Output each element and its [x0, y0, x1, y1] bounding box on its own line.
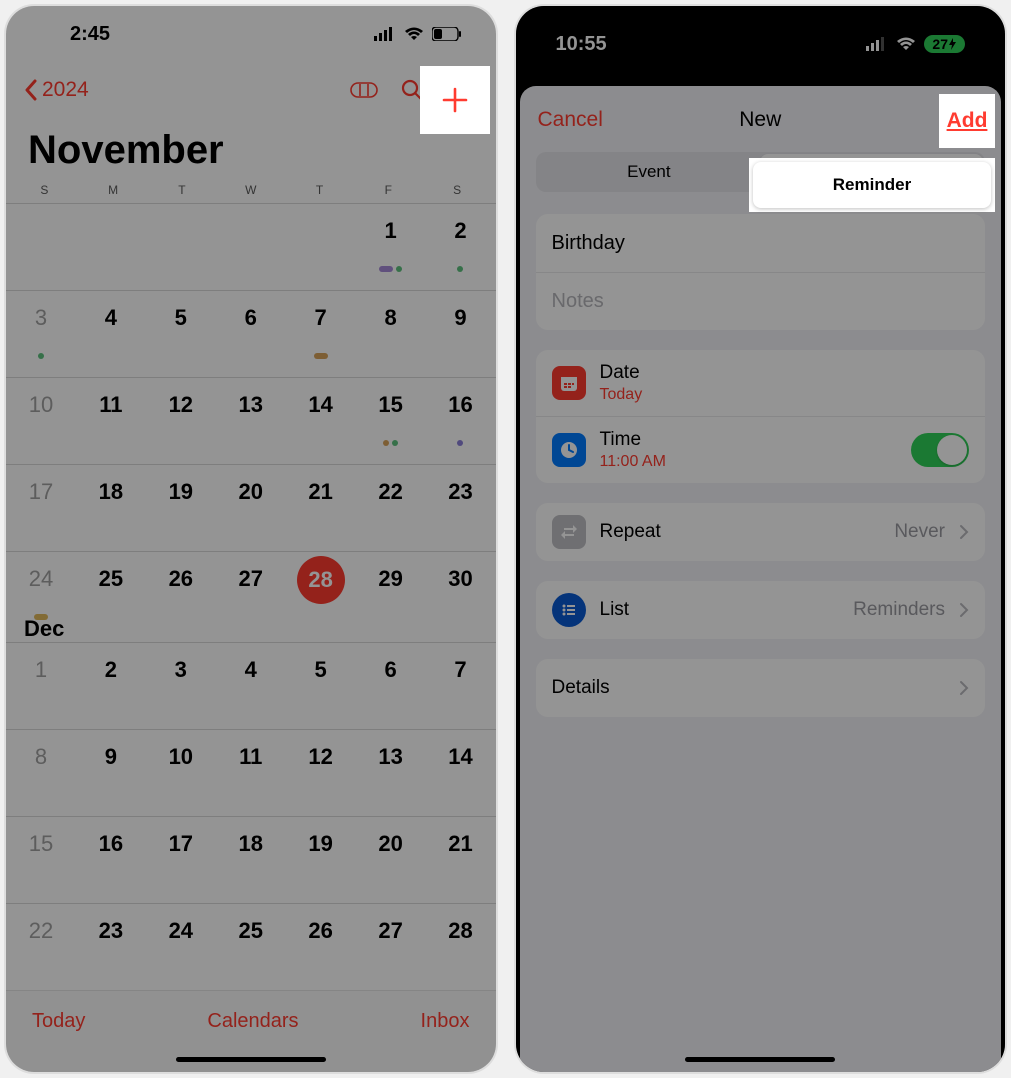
reminder-segment-highlight[interactable]: Reminder	[749, 158, 995, 212]
add-event-button-highlight[interactable]	[420, 66, 490, 134]
plus-icon	[441, 86, 469, 114]
home-indicator[interactable]	[685, 1057, 835, 1062]
add-button-label: Add	[947, 109, 988, 133]
new-reminder-screen: 10:55 27 Cancel New Add Event Reminder	[516, 6, 1006, 1072]
add-button-highlight[interactable]: Add	[939, 94, 995, 148]
dim-overlay	[6, 6, 496, 1072]
calendar-screen: 2:45 2024 November SMTWTFS 1234567891011…	[6, 6, 496, 1072]
segment-reminder-label: Reminder	[753, 162, 991, 208]
